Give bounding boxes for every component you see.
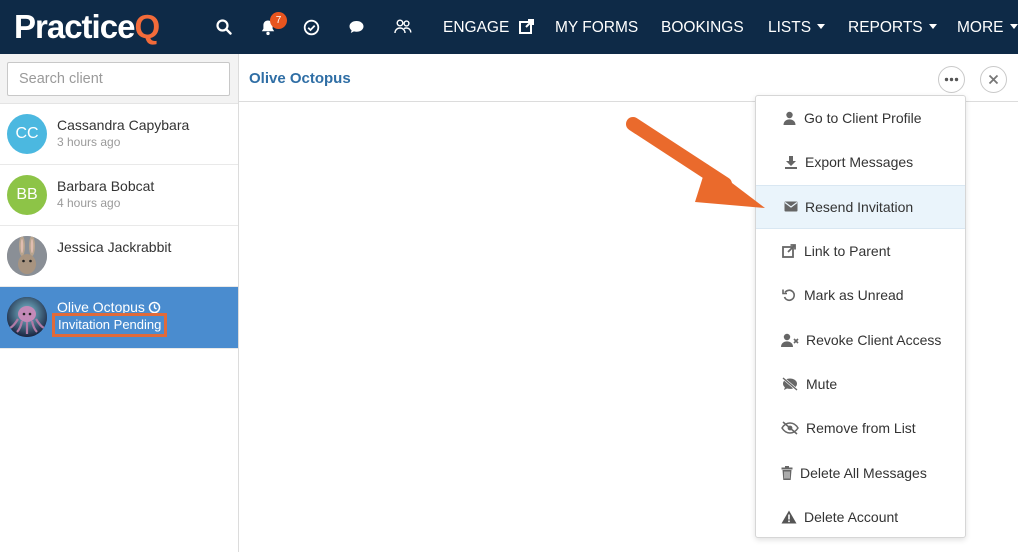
trash-icon bbox=[780, 465, 794, 481]
menu-mute[interactable]: Mute bbox=[756, 362, 965, 406]
menu-delete-account[interactable]: Delete Account bbox=[756, 495, 965, 539]
envelope-icon bbox=[782, 199, 800, 215]
top-navbar: PracticeQ 7 ENGAGE MY FORMS BOOKINGS LIS… bbox=[0, 0, 1018, 54]
people-icon[interactable] bbox=[393, 17, 413, 37]
menu-revoke-client-access[interactable]: Revoke Client Access bbox=[756, 317, 965, 361]
search-client-input[interactable] bbox=[7, 62, 230, 96]
eye-slash-icon bbox=[780, 420, 800, 436]
practiceq-logo[interactable]: PracticeQ bbox=[14, 7, 160, 47]
search-bar bbox=[0, 54, 238, 104]
menu-resend-invitation[interactable]: Resend Invitation bbox=[756, 184, 965, 229]
client-sidebar: CC Cassandra Capybara 3 hours ago BB Bar… bbox=[0, 54, 239, 552]
external-link-icon bbox=[518, 18, 534, 34]
conversation-title: Olive Octopus bbox=[249, 70, 351, 87]
nav-my-forms[interactable]: MY FORMS bbox=[555, 0, 638, 54]
history-icon bbox=[148, 301, 161, 314]
menu-delete-all-messages[interactable]: Delete All Messages bbox=[756, 450, 965, 494]
caret-down-icon bbox=[1009, 24, 1018, 30]
nav-more[interactable]: MORE bbox=[957, 0, 1018, 54]
nav-reports[interactable]: REPORTS bbox=[848, 0, 937, 54]
client-time: 3 hours ago bbox=[57, 135, 121, 149]
more-options-button[interactable] bbox=[938, 66, 965, 93]
octopus-avatar bbox=[7, 297, 47, 337]
user-remove-icon bbox=[780, 332, 800, 348]
nav-lists[interactable]: LISTS bbox=[768, 0, 826, 54]
avatar: CC bbox=[7, 114, 47, 154]
undo-icon bbox=[780, 287, 798, 303]
client-time: 4 hours ago bbox=[57, 196, 121, 210]
ellipsis-icon bbox=[944, 77, 959, 82]
close-icon bbox=[988, 74, 999, 85]
client-name: Barbara Bobcat bbox=[57, 178, 155, 194]
close-button[interactable] bbox=[980, 66, 1007, 93]
mute-icon bbox=[780, 376, 800, 392]
notification-badge: 7 bbox=[270, 12, 287, 29]
annotation-arrow-icon bbox=[626, 117, 765, 208]
search-icon[interactable] bbox=[214, 17, 234, 37]
avatar: BB bbox=[7, 175, 47, 215]
client-row[interactable]: Jessica Jackrabbit bbox=[0, 226, 238, 287]
warning-icon bbox=[780, 509, 798, 525]
download-icon bbox=[782, 154, 800, 170]
conversation-options-menu: Go to Client Profile Export Messages Res… bbox=[755, 95, 966, 538]
menu-export-messages[interactable]: Export Messages bbox=[756, 140, 965, 184]
menu-mark-as-unread[interactable]: Mark as Unread bbox=[756, 273, 965, 317]
nav-engage[interactable]: ENGAGE bbox=[443, 0, 534, 54]
caret-down-icon bbox=[928, 24, 937, 30]
nav-bookings[interactable]: BOOKINGS bbox=[661, 0, 744, 54]
invitation-pending-status: Invitation Pending bbox=[52, 313, 168, 337]
chat-icon[interactable] bbox=[346, 17, 366, 37]
client-row[interactable]: BB Barbara Bobcat 4 hours ago bbox=[0, 165, 238, 226]
caret-down-icon bbox=[817, 24, 826, 30]
check-circle-icon[interactable] bbox=[301, 17, 321, 37]
client-row-selected[interactable]: Olive Octopus Invitation Pending bbox=[0, 287, 238, 349]
menu-remove-from-list[interactable]: Remove from List bbox=[756, 406, 965, 450]
external-link-icon bbox=[780, 243, 798, 259]
menu-link-to-parent[interactable]: Link to Parent bbox=[756, 229, 965, 273]
client-row[interactable]: CC Cassandra Capybara 3 hours ago bbox=[0, 104, 238, 165]
rabbit-avatar bbox=[7, 236, 47, 276]
client-name: Jessica Jackrabbit bbox=[57, 239, 172, 255]
user-icon bbox=[780, 110, 798, 126]
client-name: Cassandra Capybara bbox=[57, 117, 190, 133]
menu-go-to-client-profile[interactable]: Go to Client Profile bbox=[756, 96, 965, 140]
